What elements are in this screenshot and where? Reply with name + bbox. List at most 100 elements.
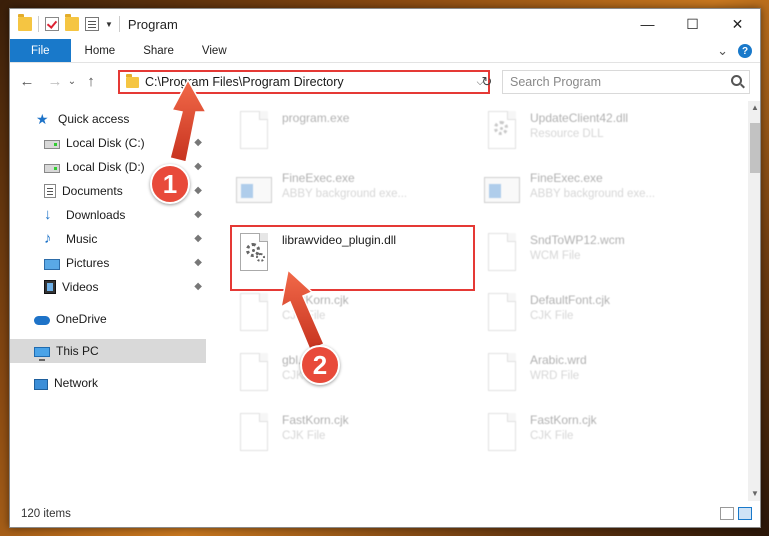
sidebar-item-pictures[interactable]: Pictures ◆ bbox=[10, 251, 206, 275]
window-controls: — ☐ ✕ bbox=[625, 9, 760, 39]
list-item[interactable]: FastKorn.cjk CJK File bbox=[482, 409, 722, 461]
properties-check-icon[interactable] bbox=[45, 17, 59, 31]
sidebar-item-label: Local Disk (C:) bbox=[66, 136, 145, 150]
marker-1: 1 bbox=[150, 164, 190, 204]
file-type: Resource DLL bbox=[530, 128, 604, 140]
documents-icon bbox=[44, 184, 56, 198]
disk-icon bbox=[44, 140, 60, 149]
sidebar-item-videos[interactable]: Videos ◆ bbox=[10, 275, 206, 299]
toolbar-separator bbox=[38, 16, 39, 32]
properties-icon[interactable] bbox=[85, 17, 99, 31]
file-icon bbox=[482, 349, 522, 397]
pin-icon[interactable]: ◆ bbox=[194, 209, 202, 220]
list-item[interactable]: program.exe bbox=[234, 107, 474, 159]
pin-icon[interactable]: ◆ bbox=[194, 137, 202, 148]
star-icon: ★ bbox=[36, 111, 49, 127]
sidebar-item-label: Videos bbox=[62, 280, 99, 294]
file-type: CJK File bbox=[282, 310, 326, 322]
dll-icon bbox=[482, 107, 522, 155]
file-type: CJK File bbox=[282, 430, 326, 442]
tab-view[interactable]: View bbox=[188, 39, 241, 62]
network-icon bbox=[34, 378, 48, 390]
pin-icon[interactable]: ◆ bbox=[194, 161, 202, 172]
file-icon bbox=[234, 409, 274, 457]
scroll-up-arrow-icon[interactable]: ▲ bbox=[748, 101, 760, 115]
list-item[interactable]: UpdateClient42.dll Resource DLL bbox=[482, 107, 722, 159]
ribbon-right: ⌄ ? bbox=[717, 43, 752, 59]
list-item[interactable]: FastKorn.cjk CJK File bbox=[234, 289, 474, 341]
sidebar-item-label: Local Disk (D:) bbox=[66, 160, 145, 174]
disk-icon bbox=[44, 164, 60, 173]
app-icon bbox=[234, 107, 274, 155]
file-type: CJK File bbox=[530, 310, 574, 322]
list-item[interactable]: DefaultFont.cjk CJK File bbox=[482, 289, 722, 341]
maximize-button[interactable]: ☐ bbox=[670, 9, 715, 39]
music-icon: ♪ bbox=[44, 230, 52, 247]
search-icon[interactable] bbox=[731, 75, 742, 86]
list-item[interactable]: gbl.cjkCJK File bbox=[234, 349, 474, 401]
navigation-pane: ★ Quick access Local Disk (C:) ◆ Local D… bbox=[10, 101, 206, 501]
pin-icon[interactable]: ◆ bbox=[194, 257, 202, 268]
address-bar[interactable]: C:\Program Files\Program Directory ⌵ bbox=[118, 70, 490, 94]
search-input[interactable]: Search Program bbox=[510, 75, 601, 89]
ribbon-tabs: File Home Share View ⌄ ? bbox=[10, 39, 760, 63]
close-button[interactable]: ✕ bbox=[715, 9, 760, 39]
exe-icon bbox=[234, 167, 274, 215]
help-icon[interactable]: ? bbox=[738, 44, 752, 58]
tab-share[interactable]: Share bbox=[129, 39, 188, 62]
sidebar-item-onedrive[interactable]: OneDrive bbox=[10, 307, 206, 331]
pin-icon[interactable]: ◆ bbox=[194, 281, 202, 292]
file-type: ABBY background exe... bbox=[282, 188, 408, 200]
up-button[interactable]: ↑ bbox=[80, 70, 102, 92]
details-view-icon[interactable] bbox=[720, 507, 734, 520]
back-button[interactable]: ← bbox=[16, 70, 38, 92]
sidebar-item-network[interactable]: Network bbox=[10, 371, 206, 395]
sidebar-item-downloads[interactable]: ↓ Downloads ◆ bbox=[10, 203, 206, 227]
item-count: 120 items bbox=[21, 508, 71, 520]
file-icon bbox=[482, 229, 522, 277]
list-item[interactable]: Arabic.wrd WRD File bbox=[482, 349, 722, 401]
list-item[interactable]: FineExec.exe ABBY background exe... bbox=[234, 167, 474, 219]
scroll-down-arrow-icon[interactable]: ▼ bbox=[748, 487, 760, 501]
address-path[interactable]: C:\Program Files\Program Directory bbox=[145, 75, 472, 89]
title-bar: ▼ Program — ☐ ✕ bbox=[10, 9, 760, 39]
recent-locations-chevron-icon[interactable]: ⌄ bbox=[66, 70, 78, 92]
window-title: Program bbox=[127, 16, 178, 32]
folder-icon[interactable] bbox=[18, 14, 32, 31]
list-item[interactable]: SndToWP12.wcm WCM File bbox=[482, 229, 722, 281]
file-name: FastKorn.cjk bbox=[530, 413, 597, 427]
address-folder-icon bbox=[126, 73, 139, 88]
pin-icon[interactable]: ◆ bbox=[194, 233, 202, 244]
file-name: DefaultFont.cjk bbox=[530, 293, 611, 307]
list-item[interactable]: FineExec.exe ABBY background exe... bbox=[482, 167, 722, 219]
sidebar-item-quick-access[interactable]: ★ Quick access bbox=[10, 107, 206, 131]
sidebar-item-this-pc[interactable]: This PC bbox=[10, 339, 206, 363]
list-item[interactable]: FastKorn.cjk CJK File bbox=[234, 409, 474, 461]
pictures-icon bbox=[44, 258, 60, 270]
new-folder-icon[interactable] bbox=[65, 14, 79, 31]
sidebar-item-label: This PC bbox=[56, 344, 99, 358]
sidebar-item-label: Music bbox=[66, 232, 98, 246]
sidebar-item-label: Downloads bbox=[66, 208, 126, 222]
videos-icon bbox=[44, 280, 56, 294]
tab-home[interactable]: Home bbox=[71, 39, 130, 62]
file-name: FineExec.exe bbox=[282, 171, 355, 185]
file-icon bbox=[482, 289, 522, 337]
status-bar: 120 items bbox=[10, 501, 760, 527]
file-type: WRD File bbox=[530, 370, 580, 382]
sidebar-item-local-disk-c[interactable]: Local Disk (C:) ◆ bbox=[10, 131, 206, 155]
sidebar-item-music[interactable]: ♪ Music ◆ bbox=[10, 227, 206, 251]
refresh-button[interactable]: ↻ bbox=[476, 71, 498, 93]
minimize-button[interactable]: — bbox=[625, 9, 670, 39]
scroll-thumb[interactable] bbox=[750, 123, 760, 173]
forward-button[interactable]: → bbox=[44, 70, 66, 92]
tiles-view-icon[interactable] bbox=[738, 507, 752, 520]
tab-file[interactable]: File bbox=[10, 39, 71, 62]
file-type: ABBY background exe... bbox=[530, 188, 656, 200]
search-box[interactable]: Search Program bbox=[502, 70, 750, 94]
pin-icon[interactable]: ◆ bbox=[194, 185, 202, 196]
expand-ribbon-chevron-icon[interactable]: ⌄ bbox=[717, 43, 728, 59]
highlight-box bbox=[230, 225, 475, 291]
customize-toolbar-chevron-icon[interactable]: ▼ bbox=[105, 20, 113, 29]
vertical-scrollbar[interactable]: ▲ ▼ bbox=[748, 101, 760, 501]
